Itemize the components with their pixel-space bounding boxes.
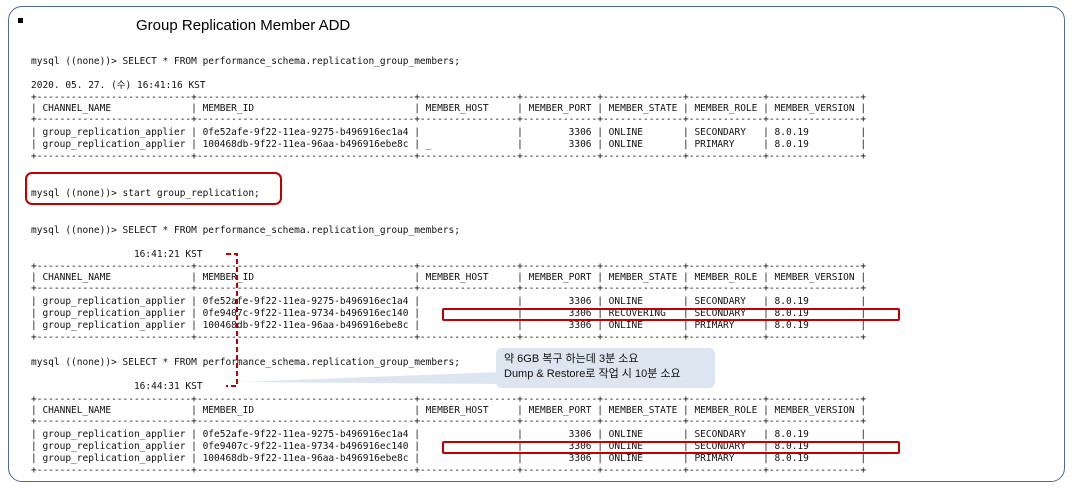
callout-line-1: 약 6GB 복구 하는데 3분 소요 xyxy=(504,353,639,365)
callout-line-2: Dump & Restore로 작업 시 10분 소요 xyxy=(504,368,681,380)
timing-bracket xyxy=(226,253,500,387)
recovery-time-callout: 약 6GB 복구 하는데 3분 소요 Dump & Restore로 작업 시 … xyxy=(496,348,715,388)
